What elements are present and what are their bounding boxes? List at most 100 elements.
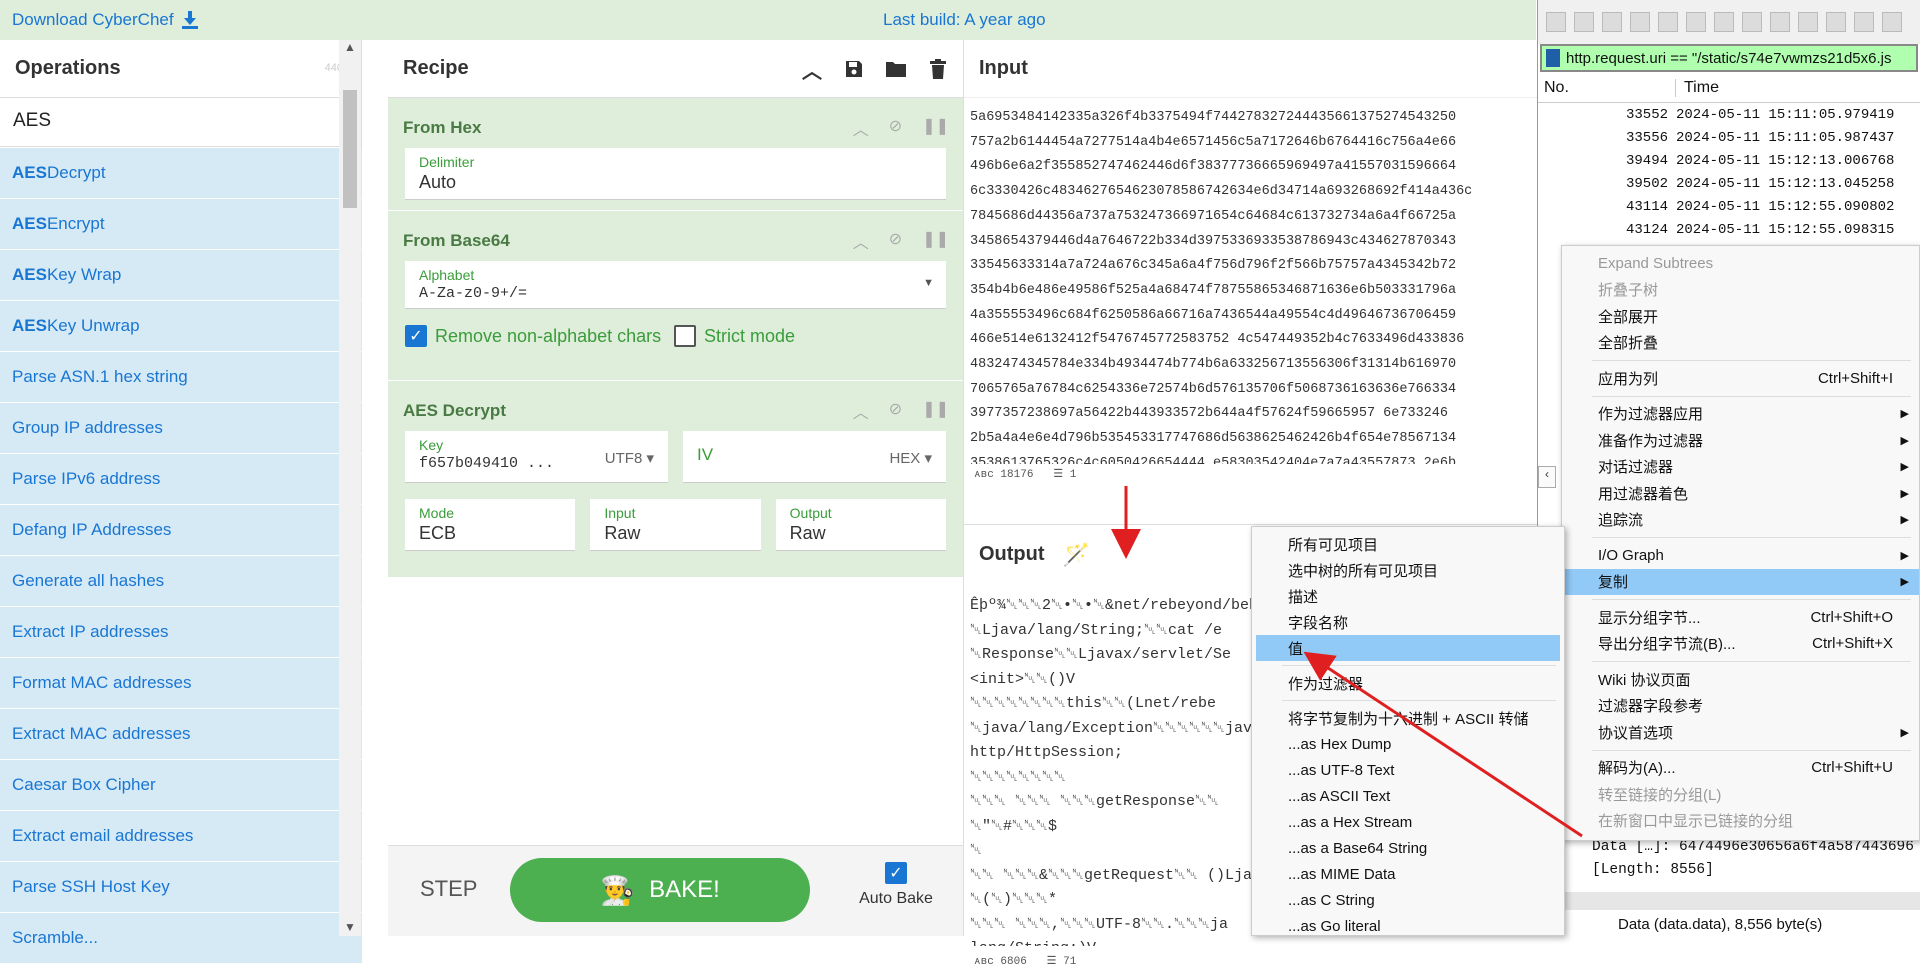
download-icon[interactable] [181,11,198,29]
horizontal-scrollbar[interactable] [1538,892,1920,910]
collapse-icon[interactable]: ︿ [853,399,869,423]
menu-item[interactable]: ...as ASCII Text [1252,783,1564,809]
pause-icon[interactable]: ❚❚ [922,116,949,140]
menu-item[interactable]: 作为过滤器应用 ▶ [1562,401,1919,428]
download-label[interactable]: Download CyberChef [12,10,174,30]
menu-item[interactable]: 描述 [1252,583,1564,609]
packet-row[interactable]: 43124 2024-05-11 15:12:55.098315 [1538,218,1920,241]
operation-item[interactable]: AES Key Unwrap [0,301,362,352]
iv-field[interactable]: IV HEX ▾ [683,431,946,483]
menu-item[interactable]: ...as MIME Data [1252,861,1564,887]
menu-item[interactable]: 值 [1256,635,1560,661]
mode-select[interactable]: Mode ECB [405,499,576,551]
operation-item[interactable]: AES Encrypt [0,199,362,250]
menu-item[interactable]: I/O Graph ▶ [1562,542,1919,569]
menu-item[interactable]: 准备作为过滤器 ▶ [1562,427,1919,454]
magic-wand-icon[interactable]: 🪄 [1063,542,1090,568]
menu-item[interactable]: 选中树的所有可见项目 [1252,557,1564,583]
menu-item[interactable]: ...as a Hex Stream [1252,809,1564,835]
menu-item[interactable]: 复制 ▶ [1562,568,1919,595]
menu-item[interactable]: 作为过滤器 [1252,670,1564,696]
operation-item[interactable]: Parse IPv6 address [0,454,362,505]
display-filter-value[interactable]: http.request.uri == "/static/s74e7vwmzs2… [1566,50,1892,67]
iv-encoding-select[interactable]: HEX ▾ [889,449,932,467]
save-icon[interactable] [841,56,867,82]
menu-item[interactable]: 所有可见项目 [1252,531,1564,557]
detail-length-row[interactable]: [Length: 8556] [1592,859,1914,882]
input-format-select[interactable]: Input Raw [590,499,761,551]
dropdown-arrow-icon[interactable]: ▼ [923,277,934,289]
operation-item[interactable]: Parse ASN.1 hex string [0,352,362,403]
col-time[interactable]: Time [1676,79,1719,97]
scroll-up-icon[interactable]: ▲ [344,40,356,54]
menu-item[interactable]: 对话过滤器 ▶ [1562,454,1919,481]
menu-item[interactable]: 全部折叠 [1562,330,1919,357]
menu-item[interactable]: ...as Hex Dump [1252,731,1564,757]
input-textarea[interactable]: 5a6953484142335a326f4b3375494f7442783272… [970,106,1530,464]
pause-icon[interactable]: ❚❚ [922,399,949,423]
toolbar-icon[interactable] [1602,12,1622,32]
menu-item[interactable]: ...as UTF-8 Text [1252,757,1564,783]
menu-item[interactable]: 应用为列 Ctrl+Shift+I [1562,365,1919,392]
display-filter-input[interactable]: http.request.uri == "/static/s74e7vwmzs2… [1540,44,1918,72]
toolbar-icon[interactable] [1686,12,1706,32]
operation-item[interactable]: AES Decrypt [0,148,362,199]
auto-bake-checkbox[interactable]: ✓ Auto Bake [851,862,941,908]
toolbar-icon[interactable] [1714,12,1734,32]
toolbar-icon[interactable] [1658,12,1678,32]
key-encoding-select[interactable]: UTF8 ▾ [605,449,654,467]
toolbar-icon[interactable] [1742,12,1762,32]
operation-item[interactable]: Caesar Box Cipher [0,760,362,811]
toolbar-icon[interactable] [1854,12,1874,32]
pause-icon[interactable]: ❚❚ [922,229,949,253]
toolbar-icon[interactable] [1798,12,1818,32]
scroll-left-icon[interactable]: ‹ [1538,466,1556,488]
menu-item[interactable]: Wiki 协议页面 [1562,666,1919,693]
operation-item[interactable]: Generate all hashes [0,556,362,607]
operation-item[interactable]: Defang IP Addresses [0,505,362,556]
toolbar-icon[interactable] [1546,12,1566,32]
menu-item[interactable]: 全部展开 [1562,303,1919,330]
checkbox-checked-icon[interactable]: ✓ [405,325,427,347]
alphabet-select[interactable]: Alphabet A-Za-z0-9+/= ▼ [405,261,946,309]
menu-item[interactable]: 用过滤器着色 ▶ [1562,480,1919,507]
operation-item[interactable]: Extract email addresses [0,811,362,862]
step-button[interactable]: STEP [420,876,477,902]
menu-item[interactable]: 导出分组字节流(B)... Ctrl+Shift+X [1562,631,1919,658]
toolbar-icon[interactable] [1630,12,1650,32]
collapse-icon[interactable]: ︿ [853,116,869,140]
menu-item[interactable]: ...as Go literal [1252,913,1564,939]
col-no[interactable]: No. [1538,78,1676,97]
toolbar-icon[interactable] [1770,12,1790,32]
menu-item[interactable]: 显示分组字节... Ctrl+Shift+O [1562,604,1919,631]
delimiter-value[interactable]: Auto [419,172,932,193]
operation-item[interactable]: Parse SSH Host Key [0,862,362,913]
packet-row[interactable]: 33552 2024-05-11 15:11:05.979419 [1538,103,1920,126]
folder-icon[interactable] [883,56,909,82]
remove-non-alphabet-checkbox[interactable]: ✓ Remove non-alphabet chars [405,325,661,347]
operation-item[interactable]: Scramble... [0,913,362,964]
toolbar-icon[interactable] [1826,12,1846,32]
input-format-value[interactable]: Raw [604,523,746,544]
trash-icon[interactable] [925,56,951,82]
bookmark-icon[interactable] [1546,49,1560,67]
operation-item[interactable]: Extract MAC addresses [0,709,362,760]
menu-item[interactable]: ...as C String [1252,887,1564,913]
menu-item[interactable]: 字段名称 [1252,609,1564,635]
key-encoding-value[interactable]: UTF8 [605,450,643,467]
download-link[interactable]: Download CyberChef [12,10,198,30]
scroll-down-icon[interactable]: ▼ [344,920,356,934]
alphabet-value[interactable]: A-Za-z0-9+/= [419,285,932,302]
disable-icon[interactable]: ⊘ [889,116,902,140]
menu-item[interactable]: 过滤器字段参考 [1562,693,1919,720]
collapse-icon[interactable]: ︿ [799,56,825,83]
packet-row[interactable]: 33556 2024-05-11 15:11:05.987437 [1538,126,1920,149]
delimiter-field[interactable]: Delimiter Auto [405,148,946,200]
menu-item[interactable]: 协议首选项 ▶ [1562,719,1919,746]
disable-icon[interactable]: ⊘ [889,229,902,253]
collapse-icon[interactable]: ︿ [853,229,869,253]
packet-row[interactable]: 39502 2024-05-11 15:12:13.045258 [1538,172,1920,195]
checkbox-empty-icon[interactable] [673,325,696,347]
operations-scrollbar[interactable]: ▲ ▼ [339,40,361,936]
operations-search-input[interactable]: AES [0,98,361,147]
